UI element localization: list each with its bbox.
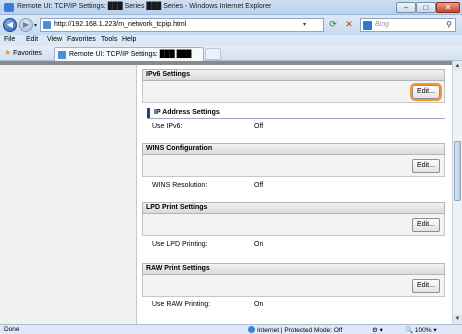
window-titlebar: Remote UI: TCP/IP Settings: ███ Series █…: [0, 0, 462, 15]
search-icon[interactable]: ⚲: [446, 20, 452, 29]
favorites-label: Favorites: [13, 50, 42, 57]
navigation-bar: ◀ ▶ ▾ http://192.168.1.223/m_network_tcp…: [0, 15, 462, 35]
raw-edit-button[interactable]: Edit...: [412, 279, 440, 293]
zone-label: Internet | Protected Mode: Off: [257, 327, 343, 334]
use-ipv6-value: Off: [254, 123, 264, 130]
tab-page-icon: [58, 51, 66, 59]
menu-edit[interactable]: Edit: [26, 36, 38, 43]
refresh-icon[interactable]: ⟳: [326, 18, 340, 32]
wins-edit-button[interactable]: Edit...: [412, 159, 440, 173]
page-icon: [43, 21, 51, 29]
forward-arrow-icon[interactable]: ▶: [19, 18, 33, 32]
tab-label: Remote UI: TCP/IP Settings: ███ ███: [69, 51, 192, 58]
protected-mode-toggle-icon[interactable]: ⚙ ▾: [372, 326, 383, 334]
search-input[interactable]: Bing ⚲: [360, 18, 456, 32]
menu-file[interactable]: File: [4, 36, 15, 43]
status-text: Done: [4, 326, 20, 333]
wins-configuration-box: Edit...: [142, 155, 445, 177]
content-top-strip: [137, 61, 452, 65]
use-lpd-printing-value: On: [254, 241, 264, 248]
ipv6-edit-button[interactable]: Edit...: [412, 85, 440, 99]
scrollbar-thumb[interactable]: [454, 141, 461, 201]
lpd-print-settings-header: LPD Print Settings: [142, 202, 445, 214]
ipv6-settings-box: Edit...: [142, 81, 445, 103]
page-viewport: IPv6 Settings Edit... IP Address Setting…: [0, 61, 452, 324]
scroll-down-icon[interactable]: ▼: [453, 314, 462, 324]
left-panel-top-strip: [0, 61, 137, 65]
star-icon: ★: [4, 48, 12, 57]
wins-configuration-header: WINS Configuration: [142, 143, 445, 155]
recent-pages-dropdown[interactable]: ▾: [34, 22, 37, 29]
menu-bar: File Edit View Favorites Tools Help: [0, 35, 462, 46]
favorites-bar: ★ Favorites Remote UI: TCP/IP Settings: …: [0, 46, 462, 61]
use-raw-printing-value: On: [254, 301, 264, 308]
wins-resolution-value: Off: [254, 182, 264, 189]
use-ipv6-label: Use IPv6:: [152, 123, 183, 130]
vertical-scrollbar[interactable]: ▲ ▼: [452, 61, 462, 324]
tab-remote-ui[interactable]: Remote UI: TCP/IP Settings: ███ ███: [54, 47, 204, 61]
back-arrow-icon[interactable]: ◀: [3, 18, 17, 32]
security-zone: Internet | Protected Mode: Off: [248, 326, 342, 334]
ipv6-settings-header: IPv6 Settings: [142, 69, 445, 81]
address-bar[interactable]: http://192.168.1.223/m_network_tcpip.htm…: [40, 18, 324, 32]
favorites-button[interactable]: ★ Favorites: [4, 48, 42, 59]
use-raw-printing-label: Use RAW Printing:: [152, 301, 211, 308]
raw-print-settings-box: Edit...: [142, 275, 445, 297]
zoom-icon: 🔍: [405, 327, 414, 334]
zoom-level: 100%: [414, 327, 432, 334]
use-lpd-printing-label: Use LPD Printing:: [152, 241, 208, 248]
raw-print-settings-header: RAW Print Settings: [142, 263, 445, 275]
scroll-up-icon[interactable]: ▲: [453, 61, 462, 71]
menu-favorites[interactable]: Favorites: [67, 36, 96, 43]
minimize-button[interactable]: –: [396, 2, 416, 13]
globe-icon: [248, 326, 255, 333]
address-url[interactable]: http://192.168.1.223/m_network_tcpip.htm…: [54, 21, 186, 28]
bing-logo-icon: [363, 21, 372, 30]
ie-app-icon: [4, 3, 14, 12]
new-tab-button[interactable]: [205, 48, 221, 60]
window-title: Remote UI: TCP/IP Settings: ███ Series █…: [17, 3, 272, 10]
left-navigation-panel: [0, 61, 137, 324]
maximize-button[interactable]: □: [416, 2, 436, 13]
wins-resolution-label: WINS Resolution:: [152, 182, 208, 189]
menu-view[interactable]: View: [47, 36, 62, 43]
status-bar: Done Internet | Protected Mode: Off ⚙ ▾ …: [0, 324, 462, 334]
close-window-button[interactable]: ✕: [436, 2, 460, 13]
lpd-print-settings-box: Edit...: [142, 214, 445, 236]
search-placeholder: Bing: [375, 21, 390, 28]
menu-help[interactable]: Help: [122, 36, 136, 43]
stop-icon[interactable]: ✕: [342, 18, 356, 32]
subheader-divider: [147, 118, 445, 119]
lpd-edit-button[interactable]: Edit...: [412, 218, 440, 232]
menu-tools[interactable]: Tools: [101, 36, 117, 43]
ip-address-settings-subheader: IP Address Settings: [147, 108, 445, 118]
settings-content: IPv6 Settings Edit... IP Address Setting…: [137, 61, 452, 324]
address-dropdown-icon[interactable]: ▾: [303, 21, 306, 28]
zoom-control[interactable]: 🔍 100% ▾: [405, 326, 437, 334]
